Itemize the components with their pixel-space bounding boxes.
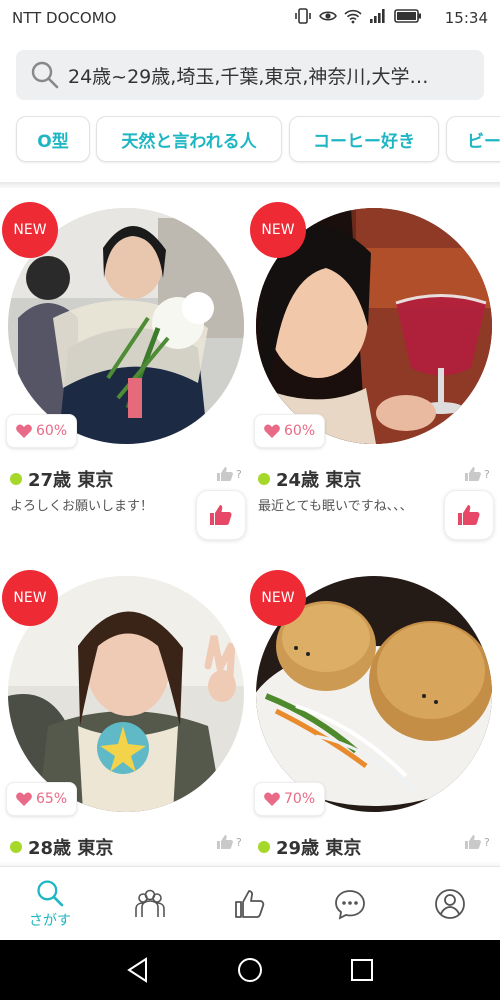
search-icon: [31, 61, 59, 89]
recents-icon[interactable]: [346, 954, 378, 986]
thumbs-up-icon: [458, 505, 480, 525]
age-location: 28歳 東京: [28, 838, 114, 859]
system-nav-bar: [0, 940, 500, 1000]
new-badge: NEW: [2, 570, 58, 626]
thumbs-up-icon: [465, 835, 481, 849]
nav-likes[interactable]: [200, 867, 300, 941]
signal-icon: [370, 9, 385, 23]
match-badge: 70%: [254, 782, 326, 816]
heart-icon: [264, 792, 280, 806]
clock: 15:34: [444, 9, 488, 27]
status-icons: [294, 8, 422, 24]
nav-community[interactable]: [100, 867, 200, 941]
tag-chip-row[interactable]: O型 天然と言われる人 コーヒー好き ビー: [0, 116, 500, 164]
search-query: 24歳~29歳,埼玉,千葉,東京,神奈川,大学…: [68, 65, 429, 88]
match-badge: 60%: [6, 414, 78, 448]
section-divider: [0, 182, 500, 188]
tag-chip-blood-type[interactable]: O型: [16, 116, 90, 162]
age-location-row: 24歳 東京: [258, 466, 361, 492]
age-location: 27歳 東京: [28, 470, 114, 491]
profile-card[interactable]: NEW 70% 29歳 東京 ?: [250, 570, 496, 866]
online-dot: [10, 841, 22, 853]
vibrate-icon: [295, 8, 311, 24]
match-percent: 65%: [36, 791, 68, 807]
age-location: 29歳 東京: [276, 838, 362, 859]
back-icon[interactable]: [122, 954, 154, 986]
tag-chip-beer[interactable]: ビー: [446, 116, 500, 162]
like-hint-text: ?: [236, 835, 242, 849]
eye-icon: [319, 11, 337, 21]
home-icon[interactable]: [234, 954, 266, 986]
profile-message: よろしくお願いします！: [10, 499, 154, 514]
thumbs-up-icon: [217, 467, 233, 481]
match-percent: 70%: [284, 791, 316, 807]
like-hint-text: ?: [484, 835, 490, 849]
online-dot: [10, 473, 22, 485]
bottom-nav: さがす: [0, 866, 500, 940]
heart-icon: [264, 424, 280, 438]
wifi-icon: [344, 9, 362, 24]
heart-icon: [16, 424, 32, 438]
tag-chip-coffee[interactable]: コーヒー好き: [289, 116, 439, 162]
age-location-row: 27歳 東京: [10, 466, 113, 492]
nav-messages[interactable]: [300, 867, 400, 941]
like-hint: ?: [464, 834, 490, 850]
online-dot: [258, 473, 270, 485]
search-bar[interactable]: 24歳~29歳,埼玉,千葉,東京,神奈川,大学…: [16, 50, 484, 100]
profile-card[interactable]: NEW 60% 27歳 東京 ? よろしくお願いします！: [2, 202, 248, 568]
new-badge: NEW: [250, 570, 306, 626]
like-hint: ?: [216, 466, 242, 482]
search-icon: [37, 880, 64, 906]
like-button[interactable]: [444, 490, 494, 540]
chat-icon: [335, 890, 365, 920]
age-location: 24歳 東京: [276, 470, 362, 491]
thumbs-up-icon: [465, 467, 481, 481]
nav-profile[interactable]: [400, 867, 500, 941]
like-hint-text: ?: [236, 467, 242, 481]
match-badge: 60%: [254, 414, 326, 448]
match-percent: 60%: [284, 423, 316, 439]
like-hint-text: ?: [484, 467, 490, 481]
like-button[interactable]: [196, 490, 246, 540]
tag-chip-natural[interactable]: 天然と言われる人: [96, 116, 282, 162]
online-dot: [258, 841, 270, 853]
thumbs-up-icon: [235, 890, 265, 918]
like-hint: ?: [464, 466, 490, 482]
age-location-row: 28歳 東京: [10, 834, 113, 860]
new-badge: NEW: [2, 202, 58, 258]
battery-icon: [394, 9, 421, 23]
thumbs-up-icon: [217, 835, 233, 849]
age-location-row: 29歳 東京: [258, 834, 361, 860]
profile-card[interactable]: NEW 60% 24歳 東京 ? 最近とても眠いですね、、、: [250, 202, 496, 568]
profile-message: 最近とても眠いですね、、、: [258, 499, 413, 514]
status-bar: NTT DOCOMO 15:34: [0, 0, 500, 36]
community-icon: [135, 889, 165, 917]
profile-card[interactable]: NEW 65% 28歳 東京 ?: [2, 570, 248, 866]
thumbs-up-icon: [210, 505, 232, 525]
match-percent: 60%: [36, 423, 68, 439]
like-hint: ?: [216, 834, 242, 850]
carrier-name: NTT DOCOMO: [12, 9, 117, 27]
match-badge: 65%: [6, 782, 78, 816]
heart-icon: [16, 792, 32, 806]
app-screen: NTT DOCOMO 15:34 24歳~29歳,埼玉,千葉,東京,神奈川,大学…: [0, 0, 500, 1000]
nav-search-label: さがす: [29, 912, 71, 929]
profile-icon: [435, 889, 465, 919]
nav-search[interactable]: さがす: [0, 867, 100, 941]
new-badge: NEW: [250, 202, 306, 258]
